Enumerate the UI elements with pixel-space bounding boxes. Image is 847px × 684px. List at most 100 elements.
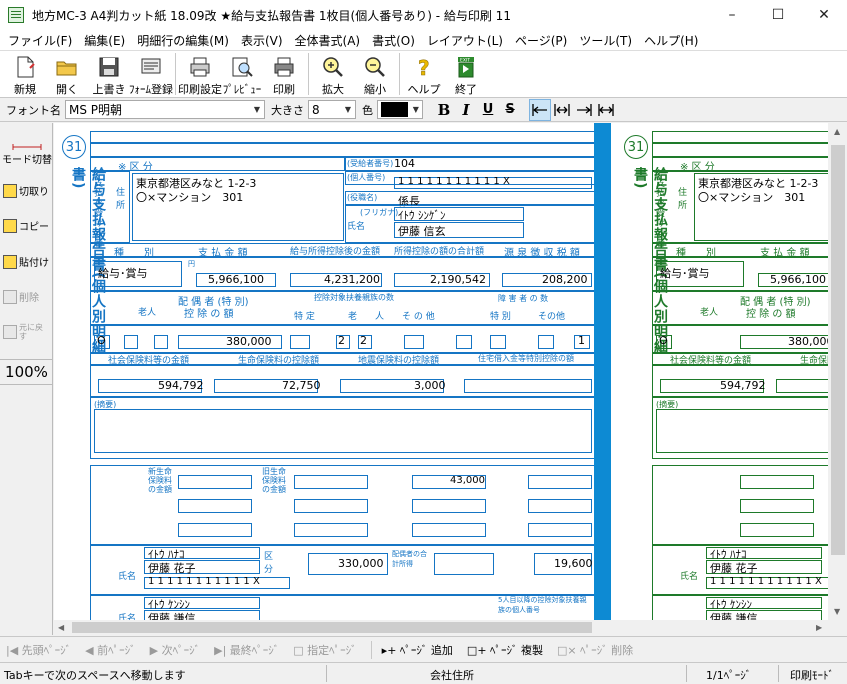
jishin-hoken-value: 3,000 bbox=[414, 379, 446, 392]
preview-button[interactable]: ﾌﾟﾚﾋﾞｭｰ bbox=[221, 51, 263, 97]
jutaku-field[interactable] bbox=[464, 379, 592, 393]
form-number-badge: 31 bbox=[62, 135, 86, 159]
add-page-icon: ▸+ bbox=[381, 643, 400, 657]
horizontal-scroll-thumb[interactable] bbox=[72, 622, 592, 633]
mode-switch-button[interactable]: モード切替 bbox=[2, 143, 52, 166]
color-select[interactable]: ▼ bbox=[377, 100, 423, 119]
zoom-out-button[interactable]: 縮小 bbox=[354, 51, 396, 97]
insurance-field-5[interactable] bbox=[178, 499, 252, 513]
align-right-icon[interactable] bbox=[573, 99, 595, 121]
undo-button[interactable]: 元に戻す bbox=[3, 323, 51, 341]
sonota-field[interactable] bbox=[404, 335, 424, 349]
haigusha-kojo-value: 380,000 bbox=[226, 335, 272, 348]
strikethrough-button[interactable]: S bbox=[499, 99, 521, 121]
insurance-field-2d[interactable] bbox=[740, 523, 814, 537]
receiver-number[interactable]: 104 bbox=[394, 157, 415, 170]
copy-page-button[interactable]: □+ ﾍﾟｰｼﾞ 複製 bbox=[467, 642, 543, 658]
tokubetsu-field[interactable] bbox=[490, 335, 506, 349]
insurance-field-11[interactable] bbox=[412, 523, 486, 537]
zoom-level: 100% bbox=[0, 359, 53, 385]
tekiyo-field[interactable] bbox=[94, 409, 592, 453]
exit-button[interactable]: EXIT 終了 bbox=[445, 51, 487, 97]
seimei-hoken-value: 72,750 bbox=[282, 379, 321, 392]
next-page-button[interactable]: ▶ 次ﾍﾟｰｼﾞ bbox=[150, 642, 200, 658]
underline-button[interactable]: U bbox=[477, 99, 499, 121]
scroll-left-icon[interactable]: ◀ bbox=[58, 623, 64, 632]
insurance-field-8[interactable] bbox=[528, 499, 592, 513]
prev-page-button[interactable]: ◀ 前ﾍﾟｰｼﾞ bbox=[85, 642, 135, 658]
last-page-button[interactable]: ▶| 最終ﾍﾟｰｼﾞ bbox=[214, 642, 279, 658]
insurance-field-4[interactable] bbox=[528, 475, 592, 489]
print-button[interactable]: 印刷 bbox=[263, 51, 305, 97]
copy-icon bbox=[3, 218, 17, 233]
hikyoju-field[interactable] bbox=[456, 335, 472, 349]
tokutei-field[interactable] bbox=[290, 335, 310, 349]
menu-edit[interactable]: 編集(E) bbox=[78, 32, 131, 49]
insurance-field-2c[interactable] bbox=[740, 499, 814, 513]
vertical-scrollbar[interactable]: ▲ ▼ bbox=[829, 123, 847, 620]
zoom-in-button[interactable]: 拡大 bbox=[312, 51, 354, 97]
seimei-hoken-field-2[interactable] bbox=[776, 379, 828, 393]
vertical-scroll-thumb[interactable] bbox=[831, 145, 845, 555]
scroll-right-icon[interactable]: ▶ bbox=[816, 623, 822, 632]
insurance-field-6[interactable] bbox=[294, 499, 368, 513]
next-page-icon: ▶ bbox=[149, 643, 162, 657]
scroll-down-icon[interactable]: ▼ bbox=[834, 607, 840, 616]
menu-format[interactable]: 書式(O) bbox=[366, 32, 421, 49]
menu-global-format[interactable]: 全体書式(A) bbox=[289, 32, 367, 49]
align-left-icon[interactable] bbox=[529, 98, 551, 121]
menu-view[interactable]: 表示(V) bbox=[235, 32, 289, 49]
add-page-button[interactable]: ▸+ ﾍﾟｰｼﾞ 追加 bbox=[382, 642, 453, 658]
spouse-field-2[interactable] bbox=[434, 553, 494, 575]
menu-page[interactable]: ページ(P) bbox=[509, 32, 573, 49]
insurance-field-10[interactable] bbox=[294, 523, 368, 537]
paste-icon bbox=[3, 254, 17, 269]
open-button[interactable]: 開く bbox=[46, 51, 88, 97]
menu-file[interactable]: ファイル(F) bbox=[2, 32, 78, 49]
print-settings-button[interactable]: 印刷設定 bbox=[178, 51, 222, 97]
new-button[interactable]: 新規 bbox=[4, 51, 46, 97]
maximize-button[interactable]: ☐ bbox=[755, 0, 801, 30]
rojin-check-2[interactable] bbox=[154, 335, 168, 349]
insurance-field-9[interactable] bbox=[178, 523, 252, 537]
delete-button[interactable]: 削除 bbox=[3, 289, 51, 304]
bold-button[interactable]: B bbox=[433, 99, 455, 121]
font-size-select[interactable]: 8 ▼ bbox=[308, 100, 356, 119]
horizontal-scrollbar[interactable]: ◀ ▶ bbox=[54, 620, 829, 635]
cut-button[interactable]: 切取り bbox=[3, 183, 51, 198]
italic-button[interactable]: I bbox=[455, 99, 477, 121]
first-page-icon: |◀ bbox=[6, 643, 22, 657]
font-name-select[interactable]: MS P明朝 ▼ bbox=[65, 100, 265, 119]
insurance-field-12[interactable] bbox=[528, 523, 592, 537]
tekiyo-field-2[interactable] bbox=[656, 409, 828, 453]
menu-tools[interactable]: ツール(T) bbox=[573, 32, 638, 49]
insurance-field-7[interactable] bbox=[412, 499, 486, 513]
shin-seimei-field[interactable] bbox=[178, 475, 252, 489]
first-page-button[interactable]: |◀ 先頭ﾍﾟｰｼﾞ bbox=[6, 642, 71, 658]
form-register-button[interactable]: ﾌｫｰﾑ登録 bbox=[129, 51, 173, 97]
shubetsu-value: 給与･賞与 bbox=[98, 267, 148, 280]
sonota2-field[interactable] bbox=[538, 335, 554, 349]
insurance-field-2a[interactable] bbox=[740, 475, 814, 489]
help-button[interactable]: ? ヘルプ bbox=[403, 51, 445, 97]
menu-help[interactable]: ヘルプ(H) bbox=[638, 32, 704, 49]
menu-detail-edit[interactable]: 明細行の編集(M) bbox=[131, 32, 235, 49]
document-canvas[interactable]: 31 給与支払報告書(個人別明細書) ※ 区 分 支払を受ける者 住所 東京都港… bbox=[54, 123, 828, 620]
menu-layout[interactable]: レイアウト(L) bbox=[421, 32, 509, 49]
delete-page-icon: □× bbox=[557, 643, 581, 657]
minimize-button[interactable]: – bbox=[709, 0, 755, 30]
page-divider bbox=[594, 123, 611, 620]
paste-button[interactable]: 貼付け bbox=[3, 254, 51, 269]
copy-button[interactable]: コピー bbox=[3, 218, 51, 233]
goto-page-button[interactable]: □ 指定ﾍﾟｰｼﾞ bbox=[293, 642, 356, 658]
shogai-sonota-value: 1 bbox=[578, 334, 585, 347]
scroll-up-icon[interactable]: ▲ bbox=[834, 127, 840, 136]
rojin-check[interactable] bbox=[124, 335, 138, 349]
delete-page-button[interactable]: □× ﾍﾟｰｼﾞ 削除 bbox=[557, 642, 633, 658]
save-button[interactable]: 上書き bbox=[88, 51, 130, 97]
title-bar: 地方MC-3 A4判カット紙 18.09改 ★給与支払報告書 1枚目(個人番号あ… bbox=[0, 0, 847, 30]
align-center-icon[interactable] bbox=[551, 99, 573, 121]
kyu-seimei-field[interactable] bbox=[294, 475, 368, 489]
align-justify-icon[interactable] bbox=[595, 99, 617, 121]
close-button[interactable]: ✕ bbox=[801, 0, 847, 30]
